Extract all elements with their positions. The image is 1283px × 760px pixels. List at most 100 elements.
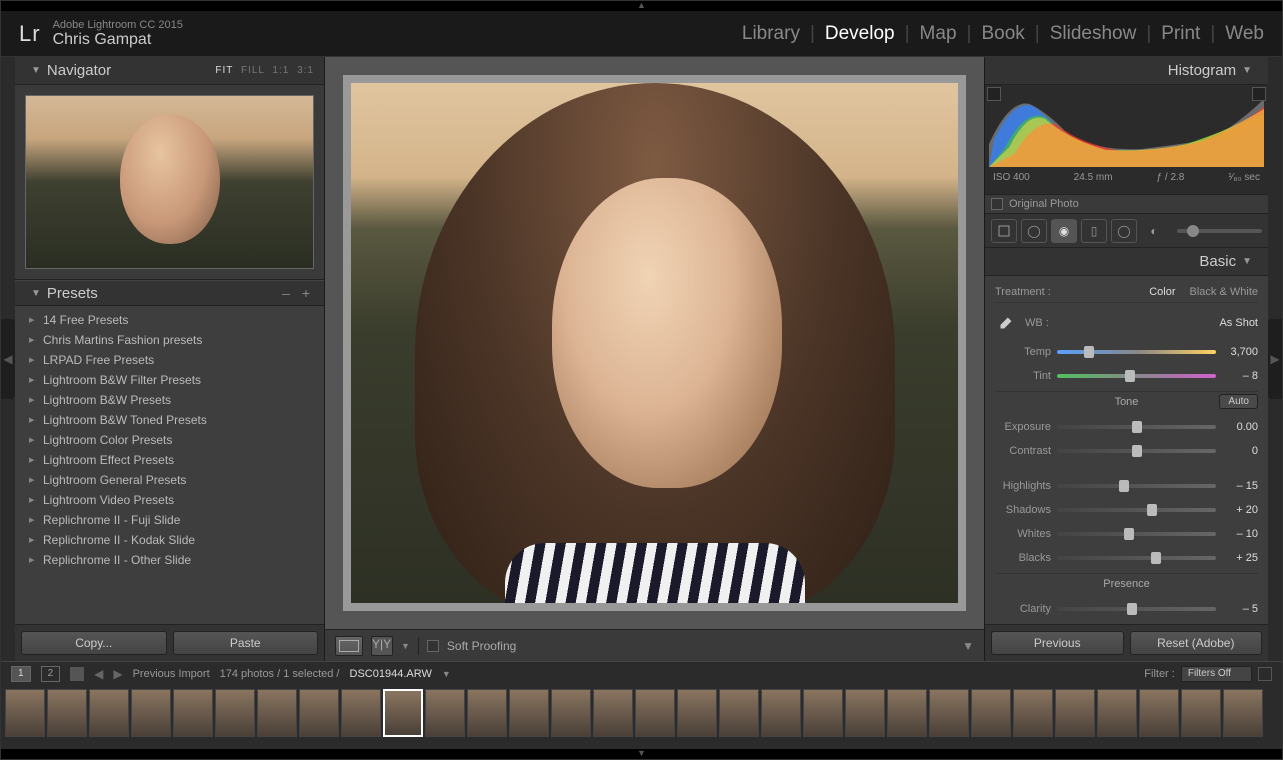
main-display-button[interactable]: 1 <box>11 666 31 682</box>
loupe-view-button[interactable] <box>335 636 363 656</box>
redeye-tool[interactable]: ◉ <box>1051 219 1077 243</box>
module-library[interactable]: Library <box>742 23 800 45</box>
thumb[interactable] <box>299 689 339 737</box>
thumb[interactable] <box>1055 689 1095 737</box>
thumb[interactable] <box>341 689 381 737</box>
highlights-value[interactable]: – 15 <box>1222 480 1258 492</box>
thumb[interactable] <box>1013 689 1053 737</box>
right-panel-toggle[interactable]: ▶ <box>1268 319 1282 399</box>
dropdown-icon[interactable]: ▼ <box>401 641 410 651</box>
thumb[interactable] <box>1139 689 1179 737</box>
zoom-3-1[interactable]: 3:1 <box>297 65 314 76</box>
zoom-fit[interactable]: FIT <box>215 65 233 76</box>
thumb[interactable] <box>89 689 129 737</box>
brush-tool[interactable]: ◐ <box>1141 219 1167 243</box>
exposure-slider[interactable]: Exposure0.00 <box>995 418 1258 436</box>
thumb[interactable] <box>551 689 591 737</box>
copy-button[interactable]: Copy... <box>21 631 167 655</box>
thumb[interactable] <box>257 689 297 737</box>
filter-select[interactable]: Filters Off <box>1181 666 1252 682</box>
thumb[interactable] <box>761 689 801 737</box>
preset-folder[interactable]: Lightroom Effect Presets <box>15 450 324 470</box>
preset-folder[interactable]: Lightroom B&W Toned Presets <box>15 410 324 430</box>
module-slideshow[interactable]: Slideshow <box>1050 23 1137 45</box>
grid-view-icon[interactable] <box>70 667 84 681</box>
module-develop[interactable]: Develop <box>825 23 895 45</box>
thumb[interactable] <box>593 689 633 737</box>
contrast-slider[interactable]: Contrast0 <box>995 442 1258 460</box>
filename-menu-icon[interactable]: ▼ <box>442 669 451 679</box>
shadows-value[interactable]: + 20 <box>1222 504 1258 516</box>
preset-folder[interactable]: Replichrome II - Other Slide <box>15 550 324 570</box>
preset-folder[interactable]: Lightroom B&W Presets <box>15 390 324 410</box>
thumb[interactable] <box>887 689 927 737</box>
graduated-filter-tool[interactable]: ▯ <box>1081 219 1107 243</box>
thumb[interactable] <box>173 689 213 737</box>
contrast-value[interactable]: 0 <box>1222 445 1258 457</box>
spot-tool[interactable]: ◯ <box>1021 219 1047 243</box>
toolbar-menu-icon[interactable]: ▼ <box>962 639 974 653</box>
preset-folder[interactable]: 14 Free Presets <box>15 310 324 330</box>
before-after-button[interactable]: Y|Y <box>371 636 393 656</box>
shadows-slider[interactable]: Shadows+ 20 <box>995 501 1258 519</box>
treatment-bw[interactable]: Black & White <box>1190 286 1258 298</box>
exposure-value[interactable]: 0.00 <box>1222 421 1258 433</box>
preset-folder[interactable]: Replichrome II - Fuji Slide <box>15 510 324 530</box>
zoom-1-1[interactable]: 1:1 <box>272 65 289 76</box>
thumb[interactable] <box>929 689 969 737</box>
blacks-value[interactable]: + 25 <box>1222 552 1258 564</box>
preset-folder[interactable]: Chris Martins Fashion presets <box>15 330 324 350</box>
thumb[interactable] <box>509 689 549 737</box>
thumb[interactable] <box>1223 689 1263 737</box>
thumb[interactable] <box>215 689 255 737</box>
thumb[interactable] <box>1181 689 1221 737</box>
thumb[interactable] <box>803 689 843 737</box>
treatment-color[interactable]: Color <box>1149 286 1175 298</box>
soft-proof-checkbox[interactable] <box>427 640 439 652</box>
module-print[interactable]: Print <box>1161 23 1200 45</box>
thumb[interactable] <box>467 689 507 737</box>
wb-mode[interactable]: As Shot <box>1219 317 1258 329</box>
thumb[interactable] <box>425 689 465 737</box>
clarity-slider[interactable]: Clarity– 5 <box>995 600 1258 618</box>
preset-folder[interactable]: Lightroom Video Presets <box>15 490 324 510</box>
preset-folder[interactable]: Lightroom General Presets <box>15 470 324 490</box>
image-viewer[interactable] <box>325 57 984 629</box>
navigator-thumbnail[interactable] <box>15 85 324 280</box>
thumb[interactable] <box>5 689 45 737</box>
blacks-slider[interactable]: Blacks+ 25 <box>995 549 1258 567</box>
filmstrip[interactable] <box>1 685 1282 749</box>
tint-value[interactable]: – 8 <box>1222 370 1258 382</box>
thumb[interactable] <box>635 689 675 737</box>
top-panel-toggle[interactable]: ▲ <box>1 1 1282 11</box>
second-display-button[interactable]: 2 <box>41 666 61 682</box>
module-web[interactable]: Web <box>1225 23 1264 45</box>
radial-filter-tool[interactable]: ◯ <box>1111 219 1137 243</box>
thumb[interactable] <box>845 689 885 737</box>
eyedropper-icon[interactable] <box>995 312 1017 334</box>
thumb[interactable] <box>131 689 171 737</box>
paste-button[interactable]: Paste <box>173 631 319 655</box>
source-label[interactable]: Previous Import <box>133 668 210 680</box>
reset-button[interactable]: Reset (Adobe) <box>1130 631 1263 655</box>
nav-forward-icon[interactable]: ▶ <box>113 667 122 681</box>
tool-size-slider[interactable] <box>1177 229 1262 233</box>
temp-slider[interactable]: Temp 3,700 <box>995 343 1258 361</box>
navigator-header[interactable]: ▼ Navigator FIT FILL 1:1 3:1 <box>15 57 324 85</box>
crop-tool[interactable] <box>991 219 1017 243</box>
thumb[interactable] <box>719 689 759 737</box>
thumb[interactable] <box>971 689 1011 737</box>
preset-folder[interactable]: Replichrome II - Kodak Slide <box>15 530 324 550</box>
basic-header[interactable]: Basic ▼ <box>985 248 1268 276</box>
thumb[interactable] <box>1097 689 1137 737</box>
tint-slider[interactable]: Tint – 8 <box>995 367 1258 385</box>
auto-tone-button[interactable]: Auto <box>1219 394 1258 409</box>
highlights-slider[interactable]: Highlights– 15 <box>995 478 1258 496</box>
module-map[interactable]: Map <box>920 23 957 45</box>
filter-lock-icon[interactable] <box>1258 667 1272 681</box>
bottom-panel-toggle[interactable]: ▼ <box>1 749 1282 759</box>
preset-folder[interactable]: Lightroom Color Presets <box>15 430 324 450</box>
whites-slider[interactable]: Whites– 10 <box>995 525 1258 543</box>
preset-folder[interactable]: LRPAD Free Presets <box>15 350 324 370</box>
zoom-fill[interactable]: FILL <box>241 65 265 76</box>
